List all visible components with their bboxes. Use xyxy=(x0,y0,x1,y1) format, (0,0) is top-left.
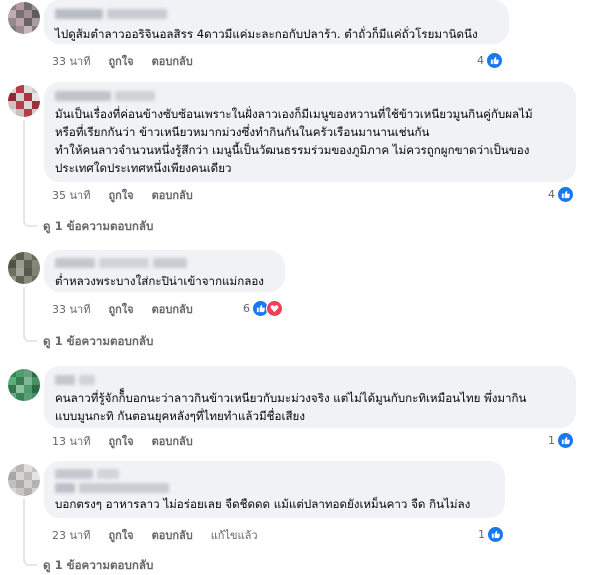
like-icon xyxy=(557,432,574,449)
reaction-count: 1 xyxy=(548,434,555,447)
timestamp[interactable]: 35 นาที xyxy=(52,186,90,204)
like-button[interactable]: ถูกใจ xyxy=(108,186,133,204)
like-button[interactable]: ถูกใจ xyxy=(108,432,133,450)
like-button[interactable]: ถูกใจ xyxy=(108,300,133,318)
thread-connector xyxy=(23,217,37,227)
comment-bubble: มันเป็นเรื่องที่ค่อนข้างซับซ้อนเพราะในฝั… xyxy=(44,82,576,182)
comment-meta: 23 นาที ถูกใจ ตอบกลับ แก้ไขแล้ว xyxy=(52,526,258,544)
view-replies-link[interactable]: ดู 1 ข้อความตอบกลับ xyxy=(23,217,153,236)
edited-label: แก้ไขแล้ว xyxy=(210,529,258,542)
like-icon xyxy=(486,52,503,69)
reply-button[interactable]: ตอบกลับ xyxy=(152,526,193,544)
thread-connector xyxy=(23,332,37,342)
timestamp[interactable]: 33 นาที xyxy=(52,52,90,70)
reaction-summary[interactable]: 4 xyxy=(548,186,574,203)
comment-meta: 33 นาที ถูกใจ ตอบกลับ xyxy=(52,52,193,70)
reply-thread-line xyxy=(23,287,25,337)
comment-bubble: บอกตรงๆ อาหารลาว ไม่อร่อยเลย จืดชืดดด แม… xyxy=(44,461,505,518)
view-replies-link[interactable]: ดู 1 ข้อความตอบกลับ xyxy=(23,332,153,351)
reaction-summary[interactable]: 1 xyxy=(478,526,504,543)
timestamp[interactable]: 13 นาที xyxy=(52,432,90,450)
view-replies-link[interactable]: ดู 1 ข้อความตอบกลับ xyxy=(23,556,153,575)
comment-text: บอกตรงๆ อาหารลาว ไม่อร่อยเลย จืดชืดดด แม… xyxy=(55,497,471,511)
reaction-count: 4 xyxy=(548,188,555,201)
comment-bubble: คนลาวที่รู้จักก็็บอกนะว่าลาวกินข้าวเหนีย… xyxy=(44,366,576,428)
reply-button[interactable]: ตอบกลับ xyxy=(152,432,193,450)
reply-thread-line xyxy=(23,120,25,222)
like-button[interactable]: ถูกใจ xyxy=(108,52,133,70)
thread-connector xyxy=(23,556,37,566)
reply-thread-line xyxy=(23,499,25,561)
reply-button[interactable]: ตอบกลับ xyxy=(152,186,193,204)
reaction-count: 1 xyxy=(478,528,485,541)
like-icon xyxy=(487,526,504,543)
avatar[interactable] xyxy=(8,369,40,401)
timestamp[interactable]: 33 นาที xyxy=(52,300,90,318)
timestamp[interactable]: 23 นาที xyxy=(52,526,90,544)
avatar[interactable] xyxy=(8,464,40,496)
avatar[interactable] xyxy=(8,2,40,34)
view-replies-label[interactable]: ดู 1 ข้อความตอบกลับ xyxy=(43,218,153,236)
author-name[interactable] xyxy=(55,375,565,385)
heart-icon xyxy=(266,300,283,317)
like-icon xyxy=(557,186,574,203)
comment-meta: 13 นาที ถูกใจ ตอบกลับ xyxy=(52,432,193,450)
comment-bubble: ต่ำหลวงพระบางใส่กะปิน่าเข้าจากแม่กลอง xyxy=(44,250,285,292)
author-name[interactable] xyxy=(55,91,565,101)
comment-meta: 35 นาที ถูกใจ ตอบกลับ xyxy=(52,186,193,204)
comment-meta: 33 นาที ถูกใจ ตอบกลับ xyxy=(52,300,193,318)
reaction-count: 4 xyxy=(477,54,484,67)
view-replies-label[interactable]: ดู 1 ข้อความตอบกลับ xyxy=(43,557,153,575)
comment-text: ไปดูส้มตำลาวออริจินอลสิรร 4ดาวมีแค่มะละก… xyxy=(55,27,478,41)
comment-text: คนลาวที่รู้จักก็็บอกนะว่าลาวกินข้าวเหนีย… xyxy=(55,391,527,423)
reaction-summary[interactable]: 6 xyxy=(243,300,283,317)
reaction-count: 6 xyxy=(243,302,250,315)
comment-text: ต่ำหลวงพระบางใส่กะปิน่าเข้าจากแม่กลอง xyxy=(55,274,264,288)
avatar[interactable] xyxy=(8,85,40,117)
like-button[interactable]: ถูกใจ xyxy=(108,526,133,544)
author-name[interactable] xyxy=(55,9,498,19)
comment-bubble: ไปดูส้มตำลาวออริจินอลสิรร 4ดาวมีแค่มะละก… xyxy=(44,0,509,44)
reply-button[interactable]: ตอบกลับ xyxy=(152,52,193,70)
reply-button[interactable]: ตอบกลับ xyxy=(152,300,193,318)
reaction-summary[interactable]: 4 xyxy=(477,52,503,69)
comment-text: มันเป็นเรื่องที่ค่อนข้างซับซ้อนเพราะในฝั… xyxy=(55,107,533,175)
author-name[interactable] xyxy=(55,258,274,268)
reaction-summary[interactable]: 1 xyxy=(548,432,574,449)
avatar[interactable] xyxy=(8,252,40,284)
author-subtitle xyxy=(55,483,494,493)
author-name[interactable] xyxy=(55,469,494,479)
view-replies-label[interactable]: ดู 1 ข้อความตอบกลับ xyxy=(43,333,153,351)
